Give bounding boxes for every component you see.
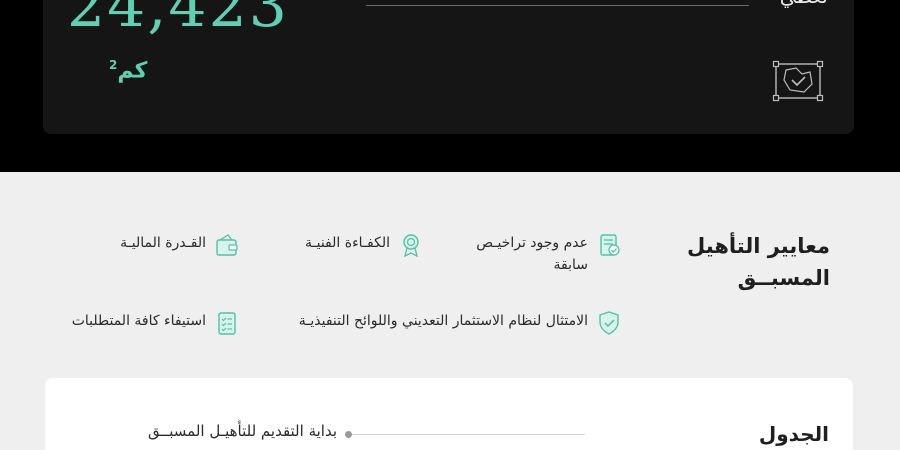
- criteria-item-label: استيفاء كافة المتطلبات: [71, 313, 206, 329]
- award-badge-icon: [403, 234, 419, 258]
- criteria-title: معايير التأهيل المسبــق: [687, 234, 830, 290]
- shield-check-icon: [599, 311, 619, 335]
- timeline-line: [345, 434, 585, 435]
- divider: [366, 5, 749, 6]
- area-unit: كم2: [109, 58, 147, 83]
- timeline-dot: [345, 431, 352, 438]
- coverage-label: تغطي: [780, 0, 828, 8]
- criteria-item-label: القـدرة الماليـة: [120, 235, 206, 251]
- criteria-item-all-requirements: استيفاء كافة المتطلبات: [60, 310, 240, 336]
- schedule-card: الجدول بداية التقديم للتأهيـل المسبــق: [45, 378, 853, 450]
- coverage-card: 24,423 كم2 تغطي: [43, 0, 854, 134]
- criteria-item-label: الكفـاءة الفنيـة: [305, 235, 390, 251]
- criteria-item-regulatory-compliance: الامتثال لنظام الاستثمار التعديني واللوا…: [242, 310, 622, 336]
- area-value: 24,423: [67, 0, 289, 41]
- area-unit-text: كم: [117, 58, 148, 84]
- schedule-title: الجدول: [758, 422, 829, 446]
- timeline-event-label: بداية التقديم للتأهيـل المسبــق: [147, 422, 337, 440]
- criteria-item-technical-competence: الكفـاءة الفنيـة: [254, 232, 424, 258]
- criteria-item-label: عدم وجود تراخيـص سابقة: [476, 235, 588, 273]
- criteria-item-label: الامتثال لنظام الاستثمار التعديني واللوا…: [298, 313, 588, 329]
- criteria-item-no-prior-licenses: عدم وجود تراخيـص سابقة: [442, 232, 622, 276]
- document-check-icon: [600, 234, 620, 256]
- wallet-icon: [216, 234, 238, 256]
- checklist-icon: [218, 312, 236, 335]
- criteria-item-financial-capacity: القـدرة الماليـة: [65, 232, 240, 258]
- area-map-icon: [772, 60, 824, 102]
